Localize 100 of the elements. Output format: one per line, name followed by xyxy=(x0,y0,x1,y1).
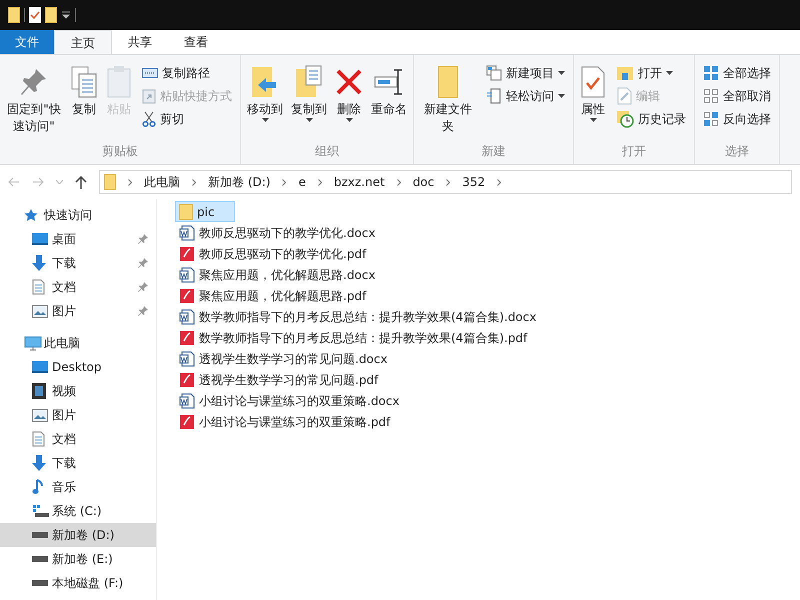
up-arrow-icon[interactable] xyxy=(75,176,87,188)
ribbon-small-button[interactable]: 复制路径 xyxy=(138,63,236,83)
ribbon-button[interactable]: 复制 xyxy=(68,59,100,118)
nav-label: 下载 xyxy=(52,455,77,472)
ribbon-tab[interactable]: 共享 xyxy=(112,30,168,54)
properties-icon[interactable] xyxy=(29,7,41,23)
ribbon-button[interactable]: 新建文件夹 xyxy=(418,59,478,135)
nav-label: 图片 xyxy=(52,303,77,320)
file-item[interactable]: 数学教师指导下的月考反思总结：提升教学效果(4篇合集).pdf xyxy=(175,327,532,348)
ribbon-small-button[interactable]: 轻松访问 xyxy=(482,86,569,106)
drive-icon xyxy=(32,556,48,562)
file-item[interactable]: 透视学生数学学习的常见问题.pdf xyxy=(175,369,382,390)
caret-icon xyxy=(262,118,268,122)
nav-item[interactable]: 下载 xyxy=(0,451,156,475)
nav-item[interactable]: 文档 xyxy=(0,275,156,299)
word-document-icon xyxy=(179,308,195,324)
pdf-document-icon xyxy=(179,372,195,388)
nav-item[interactable]: 下载 xyxy=(0,251,156,275)
ribbon-button[interactable]: 属性 xyxy=(578,59,608,122)
nav-label: 音乐 xyxy=(52,479,77,496)
ribbon-tab[interactable]: 查看 xyxy=(168,30,224,54)
document-icon xyxy=(32,279,45,295)
rename-icon xyxy=(374,67,404,97)
nav-item[interactable]: 系统 (C:) xyxy=(0,499,156,523)
nav-label: 系统 (C:) xyxy=(52,503,103,520)
file-item[interactable]: 聚焦应用题，优化解题思路.pdf xyxy=(175,285,370,306)
folder-icon xyxy=(8,7,20,23)
invert-selection-icon xyxy=(703,111,719,127)
nav-item[interactable]: 视频 xyxy=(0,379,156,403)
caret-icon xyxy=(306,118,312,122)
ribbon-button[interactable]: 删除 xyxy=(333,59,365,122)
chevron-icon xyxy=(282,178,286,186)
word-document-icon xyxy=(179,350,195,366)
nav-item[interactable]: 桌面 xyxy=(0,227,156,251)
nav-item[interactable]: 本地磁盘 (F:) xyxy=(0,571,156,595)
ribbon-small-button[interactable]: 历史记录 xyxy=(612,109,690,129)
file-item[interactable]: 数学教师指导下的月考反思总结：提升教学效果(4篇合集).docx xyxy=(175,306,540,327)
back-arrow-icon[interactable] xyxy=(8,177,20,187)
caret-icon[interactable] xyxy=(61,11,71,19)
ribbon-small-button[interactable]: 全部取消 xyxy=(699,86,775,106)
ribbon-small-button[interactable]: 全部选择 xyxy=(699,63,775,83)
file-item[interactable]: 小组讨论与课堂练习的双重策略.pdf xyxy=(175,411,394,432)
nav-label: 下载 xyxy=(52,255,77,272)
chevron-icon xyxy=(396,178,401,186)
ribbon-button[interactable]: 复制到 xyxy=(289,59,329,122)
breadcrumb[interactable]: 新加卷 (D:) xyxy=(208,173,270,191)
address-bar[interactable]: 此电脑 新加卷 (D:) e bzxz.net doc 352 xyxy=(99,170,792,194)
breadcrumb[interactable]: bzxz.net xyxy=(334,173,385,191)
nav-item[interactable]: 新加卷 (D:) xyxy=(0,523,156,547)
desktop-icon xyxy=(32,233,48,245)
file-item[interactable]: 教师反思驱动下的教学优化.pdf xyxy=(175,243,370,264)
nav-item[interactable]: 图片 xyxy=(0,403,156,427)
forward-arrow-icon[interactable] xyxy=(32,177,44,187)
folder-icon xyxy=(438,66,458,98)
caret-icon xyxy=(558,94,565,98)
file-name: 聚焦应用题，优化解题思路.pdf xyxy=(199,288,366,304)
nav-item[interactable]: 此电脑 xyxy=(0,331,156,355)
ribbon-small-button[interactable]: 剪切 xyxy=(138,109,236,129)
nav-label: 桌面 xyxy=(52,231,77,248)
nav-item[interactable]: Desktop xyxy=(0,355,156,379)
file-tab[interactable]: 文件 xyxy=(0,30,54,54)
desktop-icon xyxy=(32,361,48,373)
new-item-icon xyxy=(486,65,502,81)
copy-to-icon xyxy=(294,65,324,99)
nav-item[interactable]: 快速访问 xyxy=(0,203,156,227)
ribbon-tab[interactable]: 主页 xyxy=(54,30,112,54)
file-name: 小组讨论与课堂练习的双重策略.docx xyxy=(199,392,400,410)
file-item[interactable]: pic xyxy=(175,201,235,222)
nav-label: 新加卷 (D:) xyxy=(52,527,116,544)
select-none-icon xyxy=(703,88,719,104)
nav-item[interactable]: 音乐 xyxy=(0,475,156,499)
computer-icon xyxy=(24,336,42,350)
file-item[interactable]: 透视学生数学学习的常见问题.docx xyxy=(175,348,392,369)
picture-icon xyxy=(32,304,48,318)
file-item[interactable]: 聚焦应用题，优化解题思路.docx xyxy=(175,264,380,285)
file-item[interactable]: 教师反思驱动下的教学优化.docx xyxy=(175,222,380,243)
ribbon-button[interactable]: 重命名 xyxy=(369,59,409,118)
breadcrumb[interactable]: 352 xyxy=(462,173,486,191)
file-item[interactable]: 小组讨论与课堂练习的双重策略.docx xyxy=(175,390,404,411)
breadcrumb[interactable]: e xyxy=(298,173,306,191)
nav-item[interactable]: 图片 xyxy=(0,299,156,323)
ribbon-small-button[interactable]: 打开 xyxy=(612,63,690,83)
ribbon-button[interactable]: 固定到"快速访问" xyxy=(4,59,64,135)
chevron-icon xyxy=(128,178,132,186)
nav-item[interactable]: 新加卷 (E:) xyxy=(0,547,156,571)
file-name: pic xyxy=(197,204,215,220)
pdf-document-icon xyxy=(179,246,195,262)
nav-label: 视频 xyxy=(52,383,77,400)
ribbon-small-button[interactable]: 反向选择 xyxy=(699,109,775,129)
nav-label: 本地磁盘 (F:) xyxy=(52,575,124,592)
nav-label: Desktop xyxy=(52,359,102,376)
ribbon-button[interactable]: 移动到 xyxy=(245,59,285,122)
document-icon xyxy=(32,431,45,447)
file-name: 数学教师指导下的月考反思总结：提升教学效果(4篇合集).pdf xyxy=(199,330,528,346)
chevron-icon xyxy=(318,178,322,186)
breadcrumb[interactable]: doc xyxy=(412,173,434,191)
word-document-icon xyxy=(179,392,195,408)
ribbon-small-button[interactable]: 新建项目 xyxy=(482,63,569,83)
breadcrumb[interactable]: 此电脑 xyxy=(144,173,180,191)
nav-item[interactable]: 文档 xyxy=(0,427,156,451)
